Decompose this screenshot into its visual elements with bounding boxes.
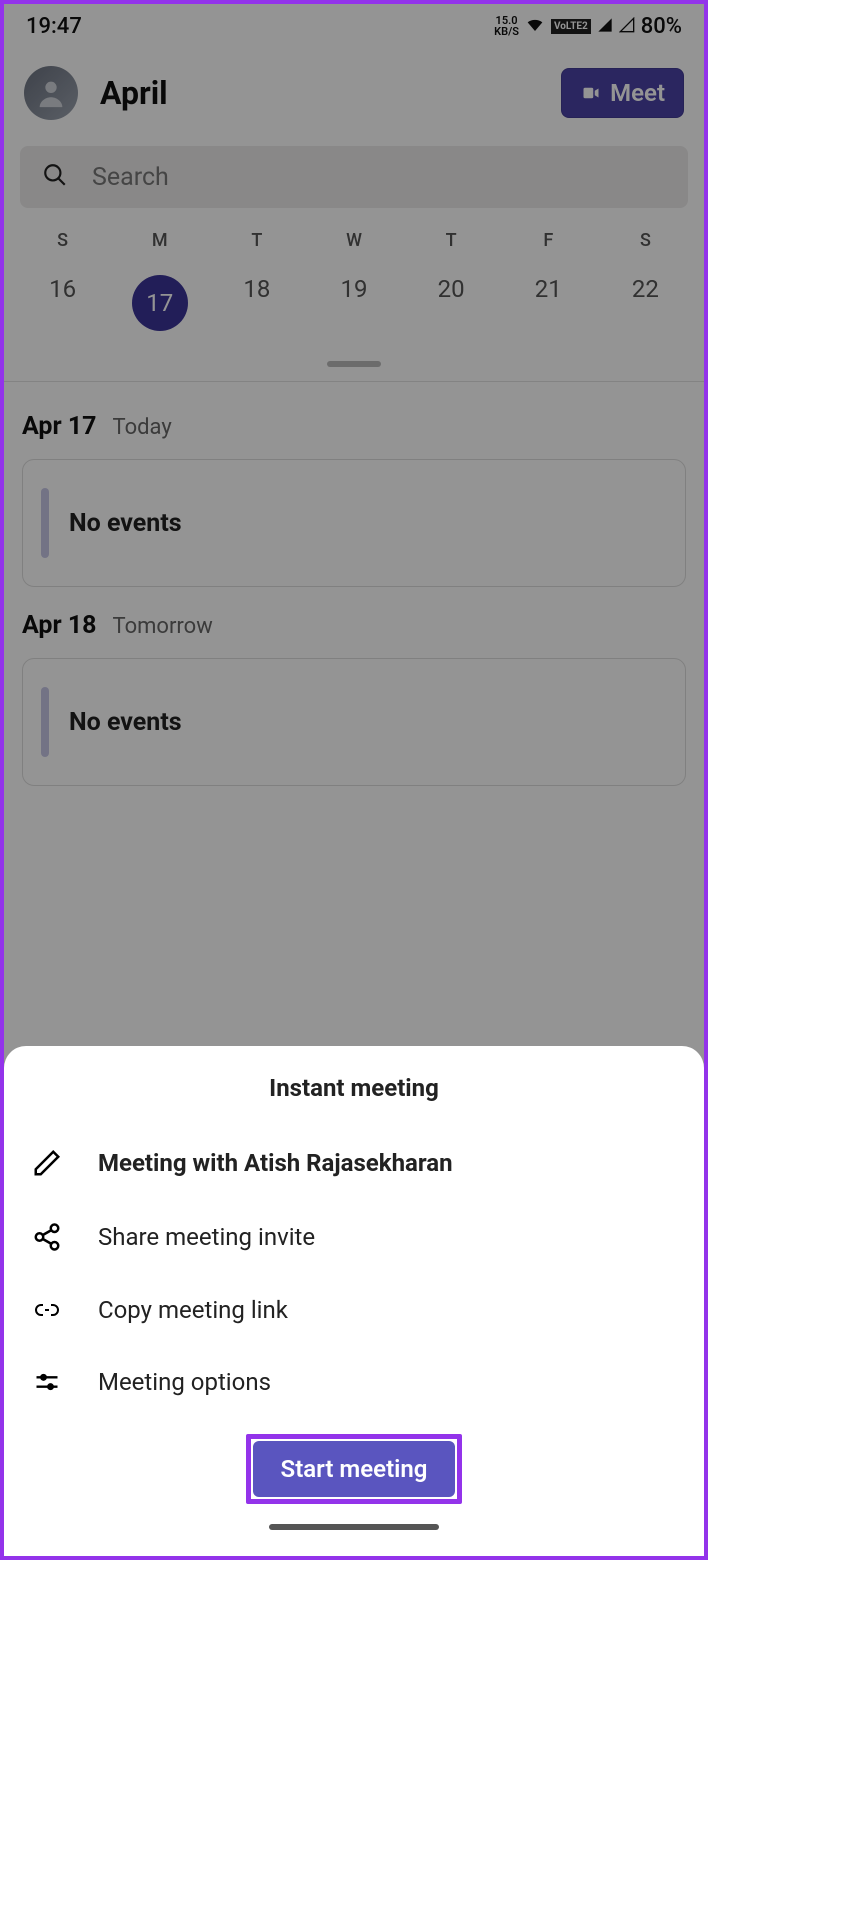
sheet-item[interactable]: Copy meeting link: [4, 1274, 704, 1346]
sheet-item[interactable]: Meeting options: [4, 1346, 704, 1418]
sheet-item[interactable]: Meeting with Atish Rajasekharan: [4, 1126, 704, 1200]
sheet-item-label: Share meeting invite: [98, 1223, 315, 1251]
options-icon: [30, 1368, 64, 1396]
start-meeting-button[interactable]: Start meeting: [253, 1441, 456, 1497]
start-button-highlight: Start meeting: [246, 1434, 463, 1504]
edit-icon: [30, 1148, 64, 1178]
sheet-title: Instant meeting: [4, 1074, 704, 1102]
instant-meeting-sheet: Instant meeting Meeting with Atish Rajas…: [4, 1046, 704, 1556]
link-icon: [30, 1298, 64, 1322]
sheet-item[interactable]: Share meeting invite: [4, 1200, 704, 1274]
share-icon: [30, 1222, 64, 1252]
nav-handle[interactable]: [269, 1524, 439, 1530]
sheet-item-label: Meeting options: [98, 1368, 271, 1396]
sheet-item-label: Meeting with Atish Rajasekharan: [98, 1149, 453, 1177]
sheet-item-label: Copy meeting link: [98, 1296, 288, 1324]
